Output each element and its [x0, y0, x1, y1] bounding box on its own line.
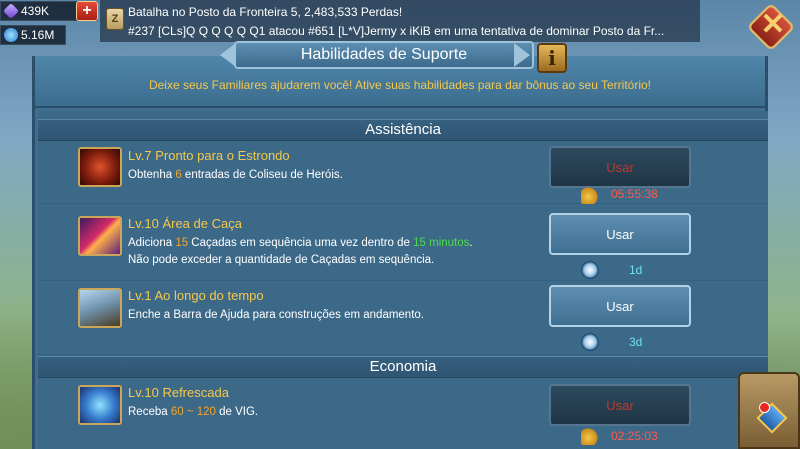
skills-list[interactable]: Assistência Lv.7 Pronto para o Estrondo … — [38, 111, 768, 449]
use-button-tempo[interactable]: Usar — [549, 285, 691, 327]
skill-desc-line2: Não pode exceder a quantidade de Caçadas… — [128, 254, 435, 266]
power-counter: 5.16M — [0, 25, 66, 45]
duration-label: 1d — [629, 263, 643, 277]
notification-dot — [759, 402, 770, 413]
clock-icon — [581, 261, 599, 279]
panel-subtitle: Deixe seus Familiares ajudarem você! Ati… — [148, 78, 652, 92]
clock-icon — [581, 333, 599, 351]
skill-desc: Obtenha 6 entradas de Coliseu de Heróis. — [128, 169, 343, 181]
skill-desc: Enche a Barra de Ajuda para construções … — [128, 309, 424, 321]
power-icon — [4, 28, 18, 42]
skill-icon-refrescada — [78, 385, 122, 425]
use-button-caca[interactable]: Usar — [549, 213, 691, 255]
skill-title: Lv.7 Pronto para o Estrondo — [128, 148, 290, 163]
gems-value: 439K — [21, 4, 50, 18]
scroll-icon: Z — [106, 8, 124, 30]
skill-title: Lv.10 Refrescada — [128, 385, 229, 400]
list-item: Lv.1 Ao longo do tempo Enche a Barra de … — [38, 283, 768, 355]
hourglass-icon — [581, 427, 599, 445]
gem-icon — [3, 3, 19, 19]
info-button[interactable]: i — [537, 43, 567, 73]
ticker-line-1: Batalha no Posto da Fronteira 5, 2,483,5… — [128, 5, 403, 19]
list-item: Lv.10 Refrescada Receba 60 ~ 120 de VIG.… — [38, 379, 768, 449]
skill-icon-tempo — [78, 288, 122, 328]
use-button-estrondo[interactable]: Usar — [549, 146, 691, 188]
close-icon[interactable]: ✕ — [758, 10, 788, 40]
skill-title: Lv.1 Ao longo do tempo — [128, 288, 264, 303]
support-skills-panel: Deixe seus Familiares ajudarem você! Ati… — [32, 56, 768, 449]
list-item: Lv.10 Área de Caça Adiciona 15 Caçadas e… — [38, 211, 768, 281]
cooldown-timer: 05:55:38 — [611, 187, 658, 201]
list-item: Lv.7 Pronto para o Estrondo Obtenha 6 en… — [38, 142, 768, 204]
section-header-economia: Economia — [38, 356, 768, 378]
skill-desc: Adiciona 15 Caçadas em sequência uma vez… — [128, 237, 473, 249]
duration-label: 3d — [629, 335, 643, 349]
section-header-assistencia: Assistência — [38, 119, 768, 141]
skill-icon-caca — [78, 216, 122, 256]
cooldown-timer: 02:25:03 — [611, 429, 658, 443]
hourglass-icon — [581, 186, 599, 204]
skill-title: Lv.10 Área de Caça — [128, 216, 242, 231]
ticker-line-2: #237 [CLs]Q Q Q Q Q Q1 atacou #651 [L*V]… — [128, 24, 665, 38]
panel-title: Habilidades de Suporte — [234, 41, 534, 69]
power-value: 5.16M — [21, 28, 55, 42]
use-button-refrescada[interactable]: Usar — [549, 384, 691, 426]
next-arrow-icon[interactable] — [514, 43, 530, 67]
skill-desc: Receba 60 ~ 120 de VIG. — [128, 406, 259, 418]
buy-gems-button[interactable]: + — [76, 1, 98, 21]
news-ticker[interactable]: Z Batalha no Posto da Fronteira 5, 2,483… — [100, 0, 700, 42]
skill-icon-estrondo — [78, 147, 122, 187]
